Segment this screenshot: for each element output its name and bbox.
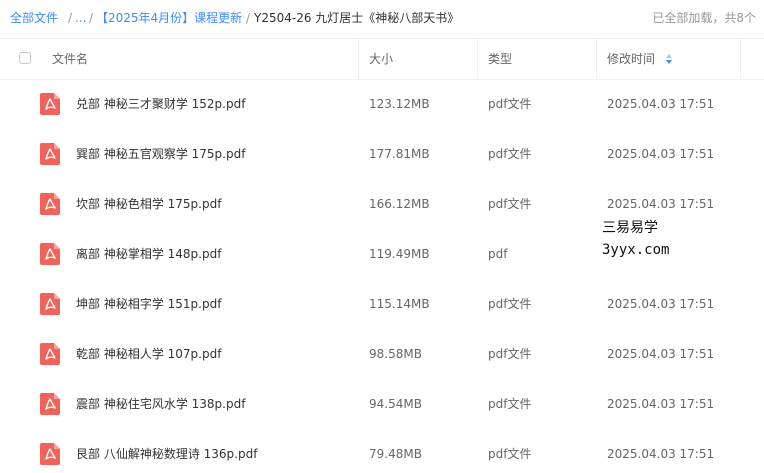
file-modified: 2025.04.03 17:51 (607, 297, 715, 311)
file-type: pdf文件 (488, 197, 532, 211)
file-type: pdf文件 (488, 397, 532, 411)
pdf-file-icon (40, 93, 60, 115)
file-type: pdf文件 (488, 147, 532, 161)
pdf-file-icon (40, 143, 60, 165)
breadcrumb-separator: / (89, 11, 94, 25)
table-row[interactable]: 艮部 八仙解神秘数理诗 136p.pdf 79.48MB pdf文件 2025.04.… (0, 429, 764, 473)
breadcrumb-current: Y2504-26 九灯居士《神秘八部天书》 (254, 11, 460, 25)
pdf-file-icon (40, 393, 60, 415)
file-name[interactable]: 离部 神秘掌相学 148p.pdf (76, 246, 221, 262)
file-name[interactable]: 震部 神秘住宅风水学 138p.pdf (76, 396, 245, 412)
column-header-type[interactable]: 类型 (488, 51, 512, 67)
column-header-size[interactable]: 大小 (369, 51, 393, 67)
file-modified: 2025.04.03 17:51 (607, 97, 715, 111)
file-name[interactable]: 巽部 神秘五官观察学 175p.pdf (76, 146, 245, 162)
file-modified: 2025.04.03 17:51 (607, 147, 715, 161)
file-size: 177.81MB (369, 147, 430, 161)
file-name[interactable]: 坎部 神秘色相学 175p.pdf (76, 196, 221, 212)
watermark-line: 三易易学 (602, 220, 658, 236)
file-name[interactable]: 兑部 神秘三才聚财学 152p.pdf (76, 96, 245, 112)
watermark: 三易易学 3yyx.com (602, 217, 669, 261)
file-size: 123.12MB (369, 97, 430, 111)
pdf-file-icon (40, 343, 60, 365)
file-size: 94.54MB (369, 397, 422, 411)
file-type: pdf文件 (488, 347, 532, 361)
column-divider[interactable] (596, 39, 597, 79)
file-size: 79.48MB (369, 447, 422, 461)
file-size: 166.12MB (369, 197, 430, 211)
file-name[interactable]: 乾部 神秘相人学 107p.pdf (76, 346, 221, 362)
table-row[interactable]: 乾部 神秘相人学 107p.pdf 98.58MB pdf文件 2025.04.03 … (0, 329, 764, 379)
pdf-file-icon (40, 293, 60, 315)
file-size: 98.58MB (369, 347, 422, 361)
file-name[interactable]: 坤部 神秘相字学 151p.pdf (76, 296, 221, 312)
sort-icon[interactable] (665, 53, 673, 65)
file-type: pdf文件 (488, 297, 532, 311)
pdf-file-icon (40, 443, 60, 465)
file-modified: 2025.04.03 17:51 (607, 347, 715, 361)
breadcrumb-root[interactable]: 全部文件 (10, 10, 58, 26)
file-modified: 2025.04.03 17:51 (607, 397, 715, 411)
column-header-name[interactable]: 文件名 (52, 51, 88, 67)
file-type: pdf文件 (488, 97, 532, 111)
file-name[interactable]: 艮部 八仙解神秘数理诗 136p.pdf (76, 446, 257, 462)
breadcrumb-separator: / (246, 11, 251, 25)
file-size: 119.49MB (369, 247, 430, 261)
file-browser: 全部文件 / ... / 【2025年4月份】课程更新 / Y2504-26 九… (0, 0, 764, 473)
file-size: 115.14MB (369, 297, 430, 311)
select-all-checkbox[interactable] (19, 52, 31, 64)
column-divider[interactable] (740, 39, 741, 79)
column-header-modified[interactable]: 修改时间 (607, 51, 655, 67)
table-row[interactable]: 兑部 神秘三才聚财学 152p.pdf 123.12MB pdf文件 2025.04.… (0, 79, 764, 129)
watermark-line: 3yyx.com (602, 242, 670, 258)
file-type: pdf文件 (488, 447, 532, 461)
breadcrumb-parent[interactable]: 【2025年4月份】课程更新 (96, 10, 242, 26)
load-status: 已全部加载，共8个 (652, 11, 756, 25)
file-modified: 2025.04.03 17:51 (607, 447, 715, 461)
table-row[interactable]: 巽部 神秘五官观察学 175p.pdf 177.81MB pdf文件 2025.04.… (0, 129, 764, 179)
breadcrumb: 全部文件 / ... / 【2025年4月份】课程更新 / Y2504-26 九… (0, 0, 764, 36)
pdf-file-icon (40, 193, 60, 215)
table-row[interactable]: 震部 神秘住宅风水学 138p.pdf 94.54MB pdf文件 2025.04.0… (0, 379, 764, 429)
table-row[interactable]: 坤部 神秘相字学 151p.pdf 115.14MB pdf文件 2025.04.03… (0, 279, 764, 329)
column-divider[interactable] (358, 39, 359, 79)
pdf-file-icon (40, 243, 60, 265)
list-header: 文件名 大小 类型 修改时间 (0, 38, 764, 80)
file-modified: 2025.04.03 17:51 (607, 197, 715, 211)
breadcrumb-ellipsis[interactable]: ... (75, 10, 86, 26)
file-type: pdf (488, 247, 508, 261)
column-divider[interactable] (477, 39, 478, 79)
breadcrumb-separator: / (68, 11, 73, 25)
file-list: 兑部 神秘三才聚财学 152p.pdf 123.12MB pdf文件 2025.04.… (0, 79, 764, 473)
